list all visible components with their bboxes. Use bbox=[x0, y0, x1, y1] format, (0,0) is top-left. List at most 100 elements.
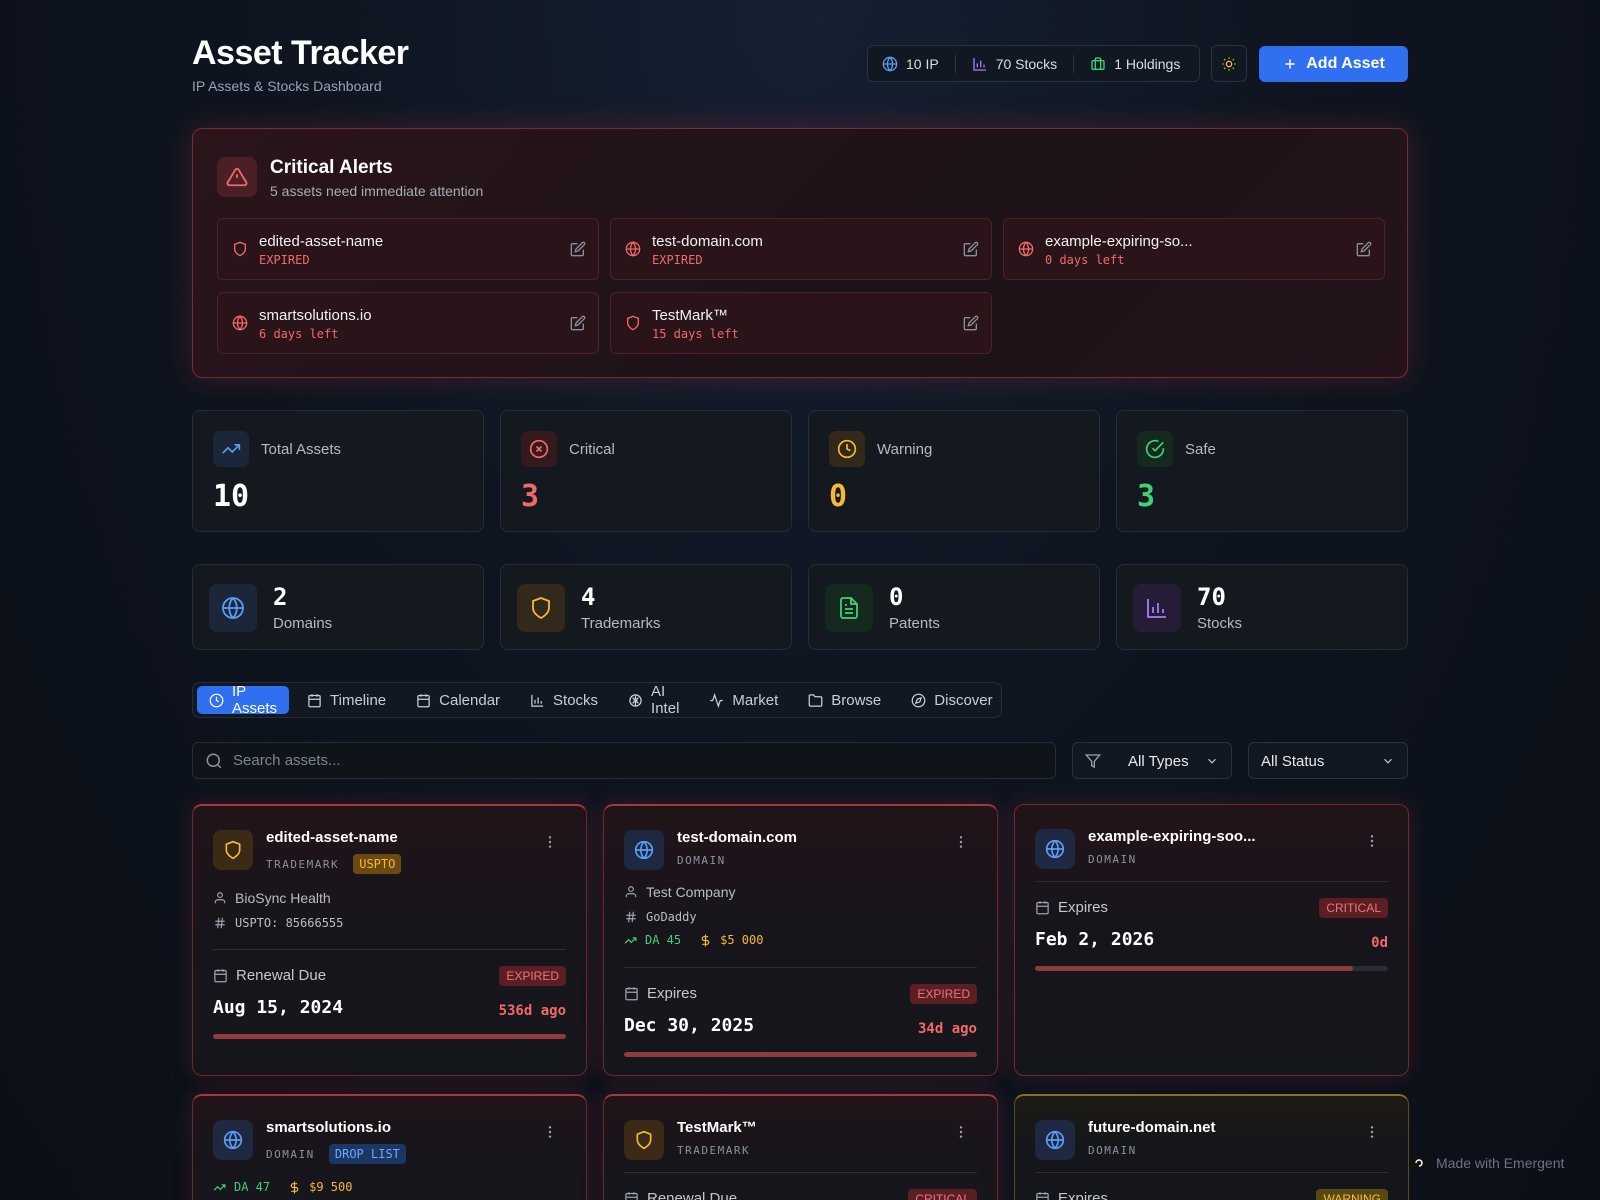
globe-icon bbox=[213, 1120, 253, 1160]
domains-card[interactable]: 2 Domains bbox=[192, 564, 484, 650]
more-vertical-icon[interactable] bbox=[953, 1124, 969, 1140]
asset-type: TRADEMARK bbox=[677, 1144, 751, 1157]
tab-discover[interactable]: Discover bbox=[899, 686, 1004, 714]
asset-name: TestMark™ bbox=[677, 1119, 757, 1136]
tab-timeline[interactable]: Timeline bbox=[295, 686, 398, 714]
drop-list-badge: DROP LIST bbox=[328, 1144, 406, 1164]
tab-browse[interactable]: Browse bbox=[796, 686, 893, 714]
due-label: Expires bbox=[1035, 1190, 1108, 1200]
status-badge: WARNING bbox=[1316, 1189, 1388, 1200]
asset-type: DOMAIN bbox=[677, 854, 726, 867]
edit-icon[interactable] bbox=[570, 315, 586, 331]
status-filter-select[interactable]: All Status bbox=[1248, 742, 1408, 779]
asset-card[interactable]: edited-asset-name TRADEMARK USPTO BioSyn… bbox=[192, 804, 587, 1076]
alerts-subtitle: 5 assets need immediate attention bbox=[270, 183, 484, 199]
warning-card: Warning 0 bbox=[808, 410, 1100, 532]
shield-icon bbox=[213, 830, 253, 870]
sun-icon bbox=[1221, 56, 1237, 72]
bar-chart-icon bbox=[1133, 584, 1181, 632]
holdings-count: 1 Holdings bbox=[1090, 56, 1180, 72]
shield-icon bbox=[517, 584, 565, 632]
edit-icon[interactable] bbox=[570, 241, 586, 257]
search-input[interactable] bbox=[233, 752, 1043, 769]
tab-calendar[interactable]: Calendar bbox=[404, 686, 512, 714]
alert-item[interactable]: test-domain.com EXPIRED bbox=[610, 218, 992, 280]
folder-icon bbox=[808, 693, 823, 708]
more-vertical-icon[interactable] bbox=[1364, 1124, 1380, 1140]
dollar-icon bbox=[288, 1181, 301, 1194]
tab-stocks[interactable]: Stocks bbox=[518, 686, 610, 714]
asset-name: example-expiring-soo... bbox=[1088, 828, 1256, 845]
tab-ip-assets[interactable]: IP Assets bbox=[197, 683, 290, 717]
asset-card[interactable]: TestMark™ TRADEMARK Renewal Due CRITICAL bbox=[603, 1094, 998, 1200]
registrar-row: GoDaddy bbox=[624, 910, 697, 924]
bar-chart-icon bbox=[972, 56, 988, 72]
asset-card[interactable]: test-domain.com DOMAIN Test Company GoDa… bbox=[603, 804, 998, 1076]
add-asset-button[interactable]: Add Asset bbox=[1259, 46, 1408, 82]
alerts-title: Critical Alerts bbox=[270, 157, 393, 178]
time-progress bbox=[213, 1034, 566, 1039]
clock-icon bbox=[829, 431, 865, 467]
trademarks-card[interactable]: 4 Trademarks bbox=[500, 564, 792, 650]
edit-icon[interactable] bbox=[963, 241, 979, 257]
alert-item[interactable]: smartsolutions.io 6 days left bbox=[217, 292, 599, 354]
metrics-row: DA 47 $9 500 bbox=[213, 1180, 352, 1194]
asset-name: edited-asset-name bbox=[266, 829, 398, 846]
made-with-badge[interactable]: Made with Emergent bbox=[1410, 1154, 1564, 1172]
globe-icon bbox=[1035, 829, 1075, 869]
asset-name: smartsolutions.io bbox=[266, 1119, 392, 1136]
file-text-icon bbox=[825, 584, 873, 632]
globe-icon bbox=[1018, 241, 1034, 257]
time-progress-fill bbox=[213, 1034, 566, 1039]
emergent-logo-icon bbox=[1410, 1154, 1428, 1172]
activity-icon bbox=[709, 692, 724, 708]
due-label: Renewal Due bbox=[213, 967, 326, 984]
metrics-row: DA 45 $5 000 bbox=[624, 933, 763, 947]
globe-icon bbox=[232, 315, 248, 331]
domain-authority: DA 45 bbox=[645, 933, 682, 947]
compass-icon bbox=[911, 693, 926, 708]
due-label: Expires bbox=[624, 985, 697, 1002]
trending-up-icon bbox=[624, 934, 637, 947]
user-icon bbox=[624, 885, 638, 899]
shield-icon bbox=[232, 241, 248, 257]
tab-market[interactable]: Market bbox=[697, 686, 790, 714]
asset-card[interactable]: future-domain.net DOMAIN Expires WARNING bbox=[1014, 1094, 1409, 1200]
days-ago: 34d ago bbox=[917, 1021, 977, 1037]
stocks-card[interactable]: 70 Stocks bbox=[1116, 564, 1408, 650]
alert-item[interactable]: edited-asset-name EXPIRED bbox=[217, 218, 599, 280]
brain-icon bbox=[628, 693, 643, 708]
due-label: Expires bbox=[1035, 899, 1108, 916]
edit-icon[interactable] bbox=[1356, 241, 1372, 257]
header: Asset Tracker IP Assets & Stocks Dashboa… bbox=[192, 30, 1408, 100]
type-filter-select[interactable]: All Types bbox=[1072, 742, 1232, 779]
asset-type: DOMAIN DROP LIST bbox=[266, 1144, 406, 1164]
patents-card[interactable]: 0 Patents bbox=[808, 564, 1100, 650]
alert-item[interactable]: example-expiring-so... 0 days left bbox=[1003, 218, 1385, 280]
theme-toggle-button[interactable] bbox=[1211, 45, 1247, 82]
more-vertical-icon[interactable] bbox=[542, 1124, 558, 1140]
tab-ai-intel[interactable]: AI Intel bbox=[616, 683, 691, 717]
asset-type: DOMAIN bbox=[1088, 1144, 1137, 1157]
time-progress bbox=[1035, 966, 1388, 971]
filter-icon bbox=[1085, 753, 1101, 769]
more-vertical-icon[interactable] bbox=[1364, 833, 1380, 849]
more-vertical-icon[interactable] bbox=[542, 834, 558, 850]
asset-card[interactable]: smartsolutions.io DOMAIN DROP LIST DA 47… bbox=[192, 1094, 587, 1200]
edit-icon[interactable] bbox=[963, 315, 979, 331]
globe-icon bbox=[209, 584, 257, 632]
main-tabs: IP Assets Timeline Calendar Stocks AI In… bbox=[192, 682, 1002, 718]
time-progress-fill bbox=[1035, 966, 1353, 971]
dollar-icon bbox=[699, 934, 712, 947]
alert-item[interactable]: TestMark™ 15 days left bbox=[610, 292, 992, 354]
time-progress bbox=[624, 1052, 977, 1057]
calendar-icon bbox=[307, 693, 322, 708]
due-date: Feb 2, 2026 bbox=[1035, 929, 1155, 950]
alert-triangle-icon bbox=[217, 157, 257, 197]
status-badge: CRITICAL bbox=[908, 1189, 977, 1200]
search-icon bbox=[205, 752, 223, 770]
due-label: Renewal Due bbox=[624, 1190, 737, 1200]
more-vertical-icon[interactable] bbox=[953, 834, 969, 850]
asset-card[interactable]: example-expiring-soo... DOMAIN Expires C… bbox=[1014, 804, 1409, 1076]
asset-type: DOMAIN bbox=[1088, 853, 1137, 866]
